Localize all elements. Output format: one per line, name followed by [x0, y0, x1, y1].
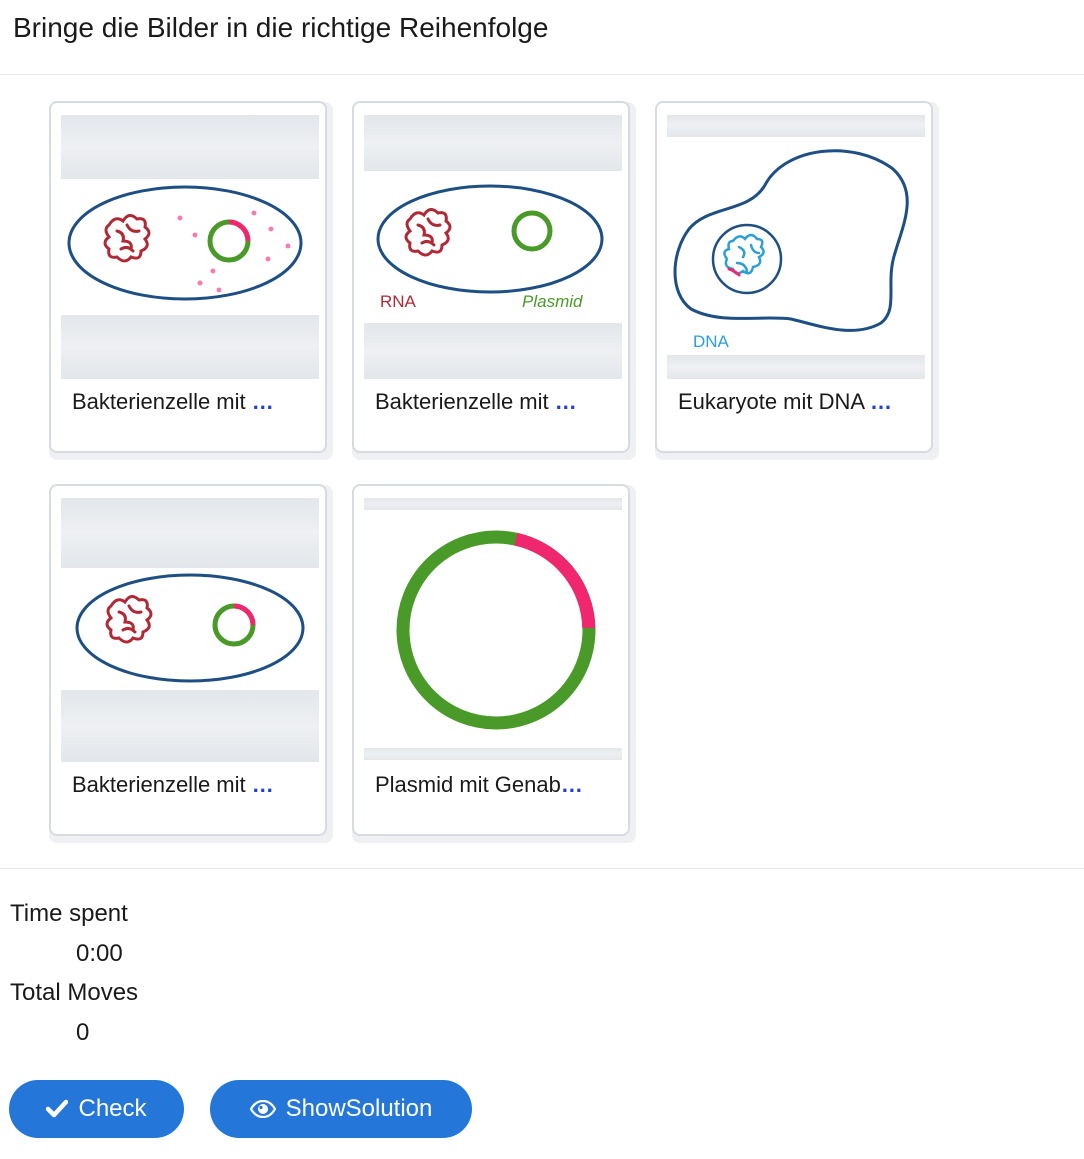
sortable-card-3[interactable]: DNA Eukaryote mit DNA …: [655, 101, 933, 453]
more-link[interactable]: …: [561, 772, 584, 797]
card-caption: Bakterienzelle mit …: [375, 389, 578, 414]
dna-label: DNA: [693, 332, 730, 351]
card-caption: Plasmid mit Genab…: [375, 772, 584, 797]
header-divider: [0, 74, 1084, 75]
show-solution-button-label: ShowSolution: [285, 1095, 433, 1122]
card-image-eukaryote-dna: DNA: [667, 113, 925, 379]
more-link[interactable]: …: [555, 389, 578, 414]
plasmid-label: Plasmid: [522, 292, 583, 311]
card-image-bacterium-dna-plasmid: [61, 113, 319, 379]
show-solution-button[interactable]: ShowSolution: [210, 1080, 472, 1138]
total-moves-value: 0: [76, 1019, 90, 1046]
card-caption: Eukaryote mit DNA …: [678, 389, 893, 414]
card-image-bacterium-rna-plasmid: RNA Plasmid: [364, 113, 622, 379]
total-moves-label: Total Moves: [10, 979, 139, 1006]
check-button-label: Check: [78, 1095, 147, 1122]
time-spent-value: 0:00: [76, 940, 123, 967]
eye-icon: [249, 1100, 276, 1118]
check-button[interactable]: Check: [9, 1080, 184, 1138]
sortable-card-4[interactable]: Bakterienzelle mit …: [49, 484, 327, 836]
page-title: Bringe die Bilder in die richtige Reihen…: [13, 12, 549, 43]
sortable-card-1[interactable]: Bakterienzelle mit …: [49, 101, 327, 453]
card-image-bacterium-plasmid: [61, 496, 319, 762]
card-image-plasmid-gene-section: [364, 496, 622, 762]
card-caption: Bakterienzelle mit …: [72, 772, 275, 797]
card-caption: Bakterienzelle mit …: [72, 389, 275, 414]
sortable-card-5[interactable]: Plasmid mit Genab…: [352, 484, 630, 836]
footer-divider: [0, 868, 1084, 869]
time-spent-label: Time spent: [10, 900, 128, 927]
checkmark-icon: [46, 1099, 69, 1119]
sortable-card-2[interactable]: RNA Plasmid Bakterienzelle mit …: [352, 101, 630, 453]
more-link[interactable]: …: [870, 389, 893, 414]
more-link[interactable]: …: [252, 389, 275, 414]
more-link[interactable]: …: [252, 772, 275, 797]
rna-label: RNA: [380, 292, 417, 311]
